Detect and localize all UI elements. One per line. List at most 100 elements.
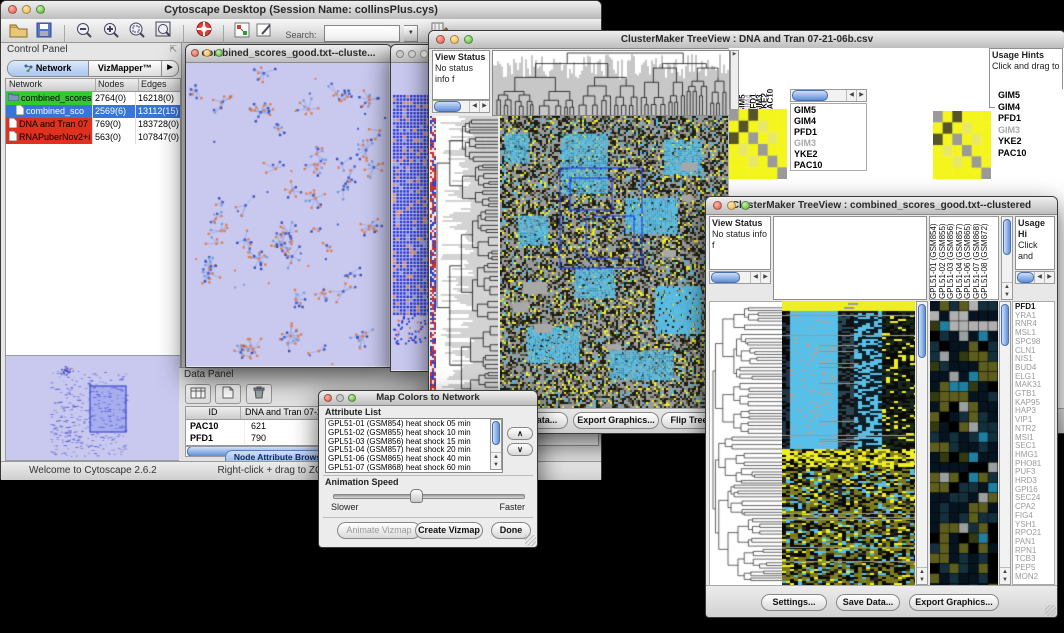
scroll-up-icon[interactable]: ▲	[1000, 568, 1010, 576]
search-dropdown-icon[interactable]: ▼	[404, 25, 418, 42]
scroll-left-icon[interactable]: ◀	[750, 272, 760, 283]
hscroll-thumb[interactable]	[711, 272, 740, 283]
gene-list-item[interactable]: GIM3	[998, 125, 1060, 137]
network-name-cell[interactable]: combined_sco	[6, 105, 93, 118]
gene-list-item[interactable]: PFD1	[998, 113, 1060, 125]
slider-thumb[interactable]	[410, 489, 423, 503]
grid-network-canvas[interactable]	[391, 63, 429, 370]
scroll-right-icon[interactable]: ▶	[856, 90, 866, 101]
column-label[interactable]: PFD1	[750, 52, 756, 114]
attribute-list-item[interactable]: GPL51-07 (GSM868) heat shock 60 min	[328, 464, 500, 473]
column-label[interactable]: GPL51-07 (GSM868)	[973, 219, 982, 299]
treeview2-status-scrollbar[interactable]: ◀▶	[709, 271, 771, 284]
close-icon[interactable]	[713, 201, 722, 210]
scroll-down-icon[interactable]: ▼	[1002, 291, 1012, 299]
network-name-cell[interactable]: RNAPuberNov2+i	[6, 131, 93, 144]
gene-list-item[interactable]: GIM5	[794, 105, 863, 116]
column-label[interactable]: GIM5	[739, 52, 745, 114]
open-session-icon[interactable]	[7, 22, 29, 42]
vizmapper-icon[interactable]	[233, 22, 251, 42]
move-attribute-up-button[interactable]: ∧	[507, 427, 533, 440]
tab-overflow-icon[interactable]: ▶	[162, 61, 178, 76]
scroll-down-icon[interactable]: ▼	[491, 461, 501, 469]
hscroll-thumb[interactable]	[434, 101, 461, 112]
treeview1-cluster-zoom-heatmap[interactable]	[729, 109, 787, 179]
treeview1-column-scrollbar[interactable]: ▶	[730, 50, 739, 118]
column-label[interactable]: GPL51-01 (GSM854)	[930, 219, 939, 299]
hscroll-thumb[interactable]	[1017, 272, 1034, 283]
column-label[interactable]: GPL51-03 (GSM856)	[947, 219, 956, 299]
scroll-up-icon[interactable]: ▲	[917, 568, 927, 576]
treeview2-genelist-scrollbar[interactable]: ▲▼	[999, 301, 1011, 585]
treeview2-heatmap-scrollbar[interactable]: ▲▼	[916, 301, 928, 585]
column-label[interactable]: GPL51-04 (GSM857)	[956, 219, 965, 299]
network-row[interactable]: DNA and Tran 07769(0)183728(0)	[6, 118, 180, 131]
close-icon[interactable]	[324, 394, 332, 402]
treeview1-status-scrollbar[interactable]: ◀▶	[432, 100, 490, 113]
close-icon[interactable]	[436, 35, 445, 44]
gene-list-item[interactable]: MON2	[1015, 573, 1052, 582]
column-label[interactable]: GPL51-08 (GSM872)	[981, 219, 990, 299]
vscroll-thumb[interactable]	[1003, 219, 1011, 255]
new-attribute-icon[interactable]	[215, 384, 241, 404]
gene-list-item[interactable]: GIM4	[998, 102, 1060, 114]
gene-list-item[interactable]: PFD1	[794, 127, 863, 138]
minimize-icon[interactable]	[727, 201, 736, 210]
zoom-window-icon[interactable]	[741, 201, 750, 210]
delete-attribute-icon[interactable]	[246, 384, 272, 404]
treeview2-hints-scrollbar[interactable]: ◀▶	[1015, 271, 1055, 284]
close-icon[interactable]	[191, 49, 199, 57]
treeview2-main-heatmap[interactable]	[782, 301, 915, 585]
column-label[interactable]: GPL51-06 (GSM865)	[964, 219, 973, 299]
attribute-list-scrollbar[interactable]: ▲▼	[490, 419, 502, 470]
zoom-selected-icon[interactable]	[126, 21, 148, 41]
treeview1-column-dendrogram[interactable]	[492, 50, 730, 116]
settings-button[interactable]: Settings...	[761, 594, 827, 611]
network-row[interactable]: combined_sco2569(6)13112(15)	[6, 105, 180, 118]
scroll-right-icon[interactable]: ▶	[479, 101, 489, 112]
zoom-in-icon[interactable]	[100, 21, 122, 41]
select-attributes-icon[interactable]	[185, 384, 211, 404]
zoom-window-icon[interactable]	[348, 394, 356, 402]
scroll-down-icon[interactable]: ▼	[1000, 576, 1010, 584]
gene-list-item[interactable]: YKE2	[998, 136, 1060, 148]
zoom-out-icon[interactable]	[73, 21, 95, 41]
scroll-left-icon[interactable]: ◀	[469, 101, 479, 112]
gene-list-item[interactable]: PAC10	[794, 160, 863, 171]
vscroll-thumb[interactable]	[918, 304, 926, 358]
treeview1-cluster-zoom-heatmap-2[interactable]	[933, 111, 991, 179]
scroll-left-icon[interactable]: ◀	[1034, 272, 1044, 283]
treeview1-genelist-scrollbar[interactable]: ◀▶	[790, 89, 867, 102]
close-icon[interactable]	[396, 50, 404, 58]
search-input[interactable]	[324, 25, 400, 42]
scroll-down-icon[interactable]: ▼	[917, 576, 927, 584]
zoom-window-icon[interactable]	[215, 49, 223, 57]
scroll-right-icon[interactable]: ▶	[760, 272, 770, 283]
close-icon[interactable]	[8, 5, 17, 14]
float-panel-icon[interactable]: ⇱	[169, 44, 177, 55]
zoom-window-icon[interactable]	[36, 5, 45, 14]
network-view-canvas[interactable]	[186, 63, 389, 366]
scroll-up-icon[interactable]: ▲	[1002, 283, 1012, 291]
zoom-window-icon[interactable]	[420, 50, 428, 58]
save-session-icon[interactable]	[33, 22, 55, 42]
resize-grip[interactable]	[1045, 605, 1056, 616]
network-overview-canvas[interactable]	[6, 356, 178, 458]
zoom-fit-icon[interactable]	[153, 21, 175, 41]
zoom-window-icon[interactable]	[464, 35, 473, 44]
treeview1-main-heatmap[interactable]	[500, 116, 728, 409]
attr-col-id[interactable]: ID	[186, 407, 241, 419]
treeview2-cluster-zoom-heatmap[interactable]	[930, 301, 998, 585]
treeview1-title-bar[interactable]: ClusterMaker TreeView : DNA and Tran 07-…	[429, 31, 1064, 49]
gene-list-item[interactable]: PAC10	[998, 148, 1060, 160]
network-name-cell[interactable]: DNA and Tran 07	[6, 118, 93, 131]
minimize-icon[interactable]	[450, 35, 459, 44]
vscroll-thumb[interactable]	[1001, 304, 1009, 346]
network-name-cell[interactable]: combined_scores	[6, 92, 93, 105]
hscroll-thumb[interactable]	[792, 90, 828, 101]
treeview2-row-dendrogram[interactable]	[709, 301, 783, 587]
animate-vizmap-button[interactable]: Animate Vizmap	[337, 522, 421, 539]
export-graphics-button[interactable]: Export Graphics...	[909, 594, 999, 611]
tab-vizmapper[interactable]: VizMapper™	[89, 61, 162, 76]
minimize-icon[interactable]	[336, 394, 344, 402]
